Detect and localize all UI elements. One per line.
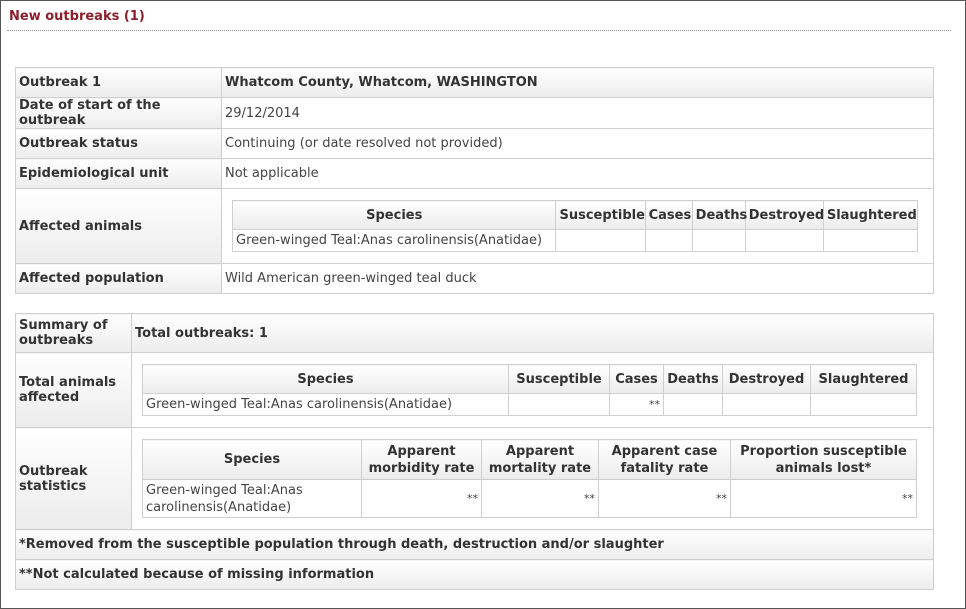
mortality-cell: ** xyxy=(481,479,599,518)
affected-population-label: Affected population xyxy=(15,263,222,294)
summary-row: Summary of outbreaks Total outbreaks: 1 xyxy=(15,313,934,353)
outbreak-statistics-label: Outbreak statistics xyxy=(15,427,132,530)
case-fatality-header: Apparent case fatality rate xyxy=(598,439,731,480)
start-date-value: 29/12/2014 xyxy=(221,97,934,129)
cases-header: Cases xyxy=(644,200,693,230)
status-row: Outbreak status Continuing (or date reso… xyxy=(15,128,934,159)
total-animals-row: Total animals affected Species Susceptib… xyxy=(15,352,934,428)
susceptible-header: Susceptible xyxy=(555,200,646,230)
outbreak-label: Outbreak 1 xyxy=(15,67,222,98)
statistics-header-row: Species Apparent morbidity rate Apparent… xyxy=(142,439,917,480)
cases-header: Cases xyxy=(609,364,664,394)
epi-unit-value: Not applicable xyxy=(221,158,934,189)
outbreak-location: Whatcom County, Whatcom, WASHINGTON xyxy=(221,67,934,98)
susceptible-cell xyxy=(555,229,646,252)
slaughtered-header: Slaughtered xyxy=(810,364,917,394)
outbreak-table: Outbreak 1 Whatcom County, Whatcom, WASH… xyxy=(15,67,934,294)
proportion-lost-header: Proportion susceptible animals lost* xyxy=(730,439,917,480)
start-date-row: Date of start of the outbreak 29/12/2014 xyxy=(15,97,934,129)
mortality-header: Apparent mortality rate xyxy=(481,439,599,480)
outbreak-statistics-row: Outbreak statistics Species Apparent mor… xyxy=(15,427,934,530)
outbreak-name-row: Outbreak 1 Whatcom County, Whatcom, WASH… xyxy=(15,67,934,98)
susceptible-cell xyxy=(508,393,610,416)
outbreak-statistics-cell: Species Apparent morbidity rate Apparent… xyxy=(131,427,934,530)
table-row: Green-winged Teal:Anas carolinensis(Anat… xyxy=(142,479,917,518)
table-row: Green-winged Teal:Anas carolinensis(Anat… xyxy=(231,229,919,252)
footnote-removed: *Removed from the susceptible population… xyxy=(15,529,934,560)
deaths-header: Deaths xyxy=(691,200,747,230)
status-label: Outbreak status xyxy=(15,128,222,159)
footnote-not-calculated: **Not calculated because of missing info… xyxy=(15,559,934,590)
total-animals-header-row: Species Susceptible Cases Deaths Destroy… xyxy=(142,364,917,394)
slaughtered-cell xyxy=(822,229,919,252)
title-divider xyxy=(7,30,951,31)
footnote-row-2: **Not calculated because of missing info… xyxy=(15,559,934,590)
destroyed-cell xyxy=(744,229,824,252)
affected-animals-label: Affected animals xyxy=(15,188,222,264)
section-title: New outbreaks (1) xyxy=(9,9,145,24)
deaths-header: Deaths xyxy=(663,364,723,394)
outbreak-statistics-table: Species Apparent morbidity rate Apparent… xyxy=(142,439,917,518)
species-cell: Green-winged Teal:Anas carolinensis(Anat… xyxy=(231,229,557,252)
morbidity-header: Apparent morbidity rate xyxy=(361,439,482,480)
affected-animals-row: Affected animals Species Susceptible Cas… xyxy=(15,188,934,264)
status-value: Continuing (or date resolved not provide… xyxy=(221,128,934,159)
case-fatality-cell: ** xyxy=(598,479,731,518)
slaughtered-header: Slaughtered xyxy=(822,200,919,230)
cases-cell: ** xyxy=(609,393,664,416)
total-animals-table: Species Susceptible Cases Deaths Destroy… xyxy=(142,364,917,416)
epi-unit-label: Epidemiological unit xyxy=(15,158,222,189)
start-date-label: Date of start of the outbreak xyxy=(15,97,222,129)
proportion-lost-cell: ** xyxy=(730,479,917,518)
summary-label: Summary of outbreaks xyxy=(15,313,132,353)
report-frame: New outbreaks (1) Outbreak 1 Whatcom Cou… xyxy=(0,0,966,609)
destroyed-header: Destroyed xyxy=(744,200,824,230)
deaths-cell xyxy=(691,229,746,252)
table-row: Green-winged Teal:Anas carolinensis(Anat… xyxy=(142,393,917,416)
destroyed-header: Destroyed xyxy=(722,364,811,394)
total-animals-label: Total animals affected xyxy=(15,352,132,428)
footnote-row-1: *Removed from the susceptible population… xyxy=(15,529,934,560)
morbidity-cell: ** xyxy=(361,479,482,518)
species-header: Species xyxy=(142,439,362,480)
species-cell: Green-winged Teal:Anas carolinensis(Anat… xyxy=(142,479,362,518)
cases-cell xyxy=(644,229,693,252)
affected-animals-table: Species Susceptible Cases Deaths Destroy… xyxy=(231,200,919,252)
susceptible-header: Susceptible xyxy=(508,364,610,394)
affected-population-value: Wild American green-winged teal duck xyxy=(221,263,934,294)
species-header: Species xyxy=(231,200,557,230)
total-outbreaks: Total outbreaks: 1 xyxy=(131,313,934,353)
affected-animals-header-row: Species Susceptible Cases Deaths Destroy… xyxy=(231,200,919,230)
destroyed-cell xyxy=(722,393,811,416)
deaths-cell xyxy=(663,393,723,416)
species-header: Species xyxy=(142,364,509,394)
total-animals-cell: Species Susceptible Cases Deaths Destroy… xyxy=(131,352,934,428)
affected-animals-cell: Species Susceptible Cases Deaths Destroy… xyxy=(221,188,934,264)
affected-population-row: Affected population Wild American green-… xyxy=(15,263,934,294)
slaughtered-cell xyxy=(810,393,917,416)
species-cell: Green-winged Teal:Anas carolinensis(Anat… xyxy=(142,393,509,416)
epi-unit-row: Epidemiological unit Not applicable xyxy=(15,158,934,189)
summary-table: Summary of outbreaks Total outbreaks: 1 … xyxy=(15,313,934,590)
